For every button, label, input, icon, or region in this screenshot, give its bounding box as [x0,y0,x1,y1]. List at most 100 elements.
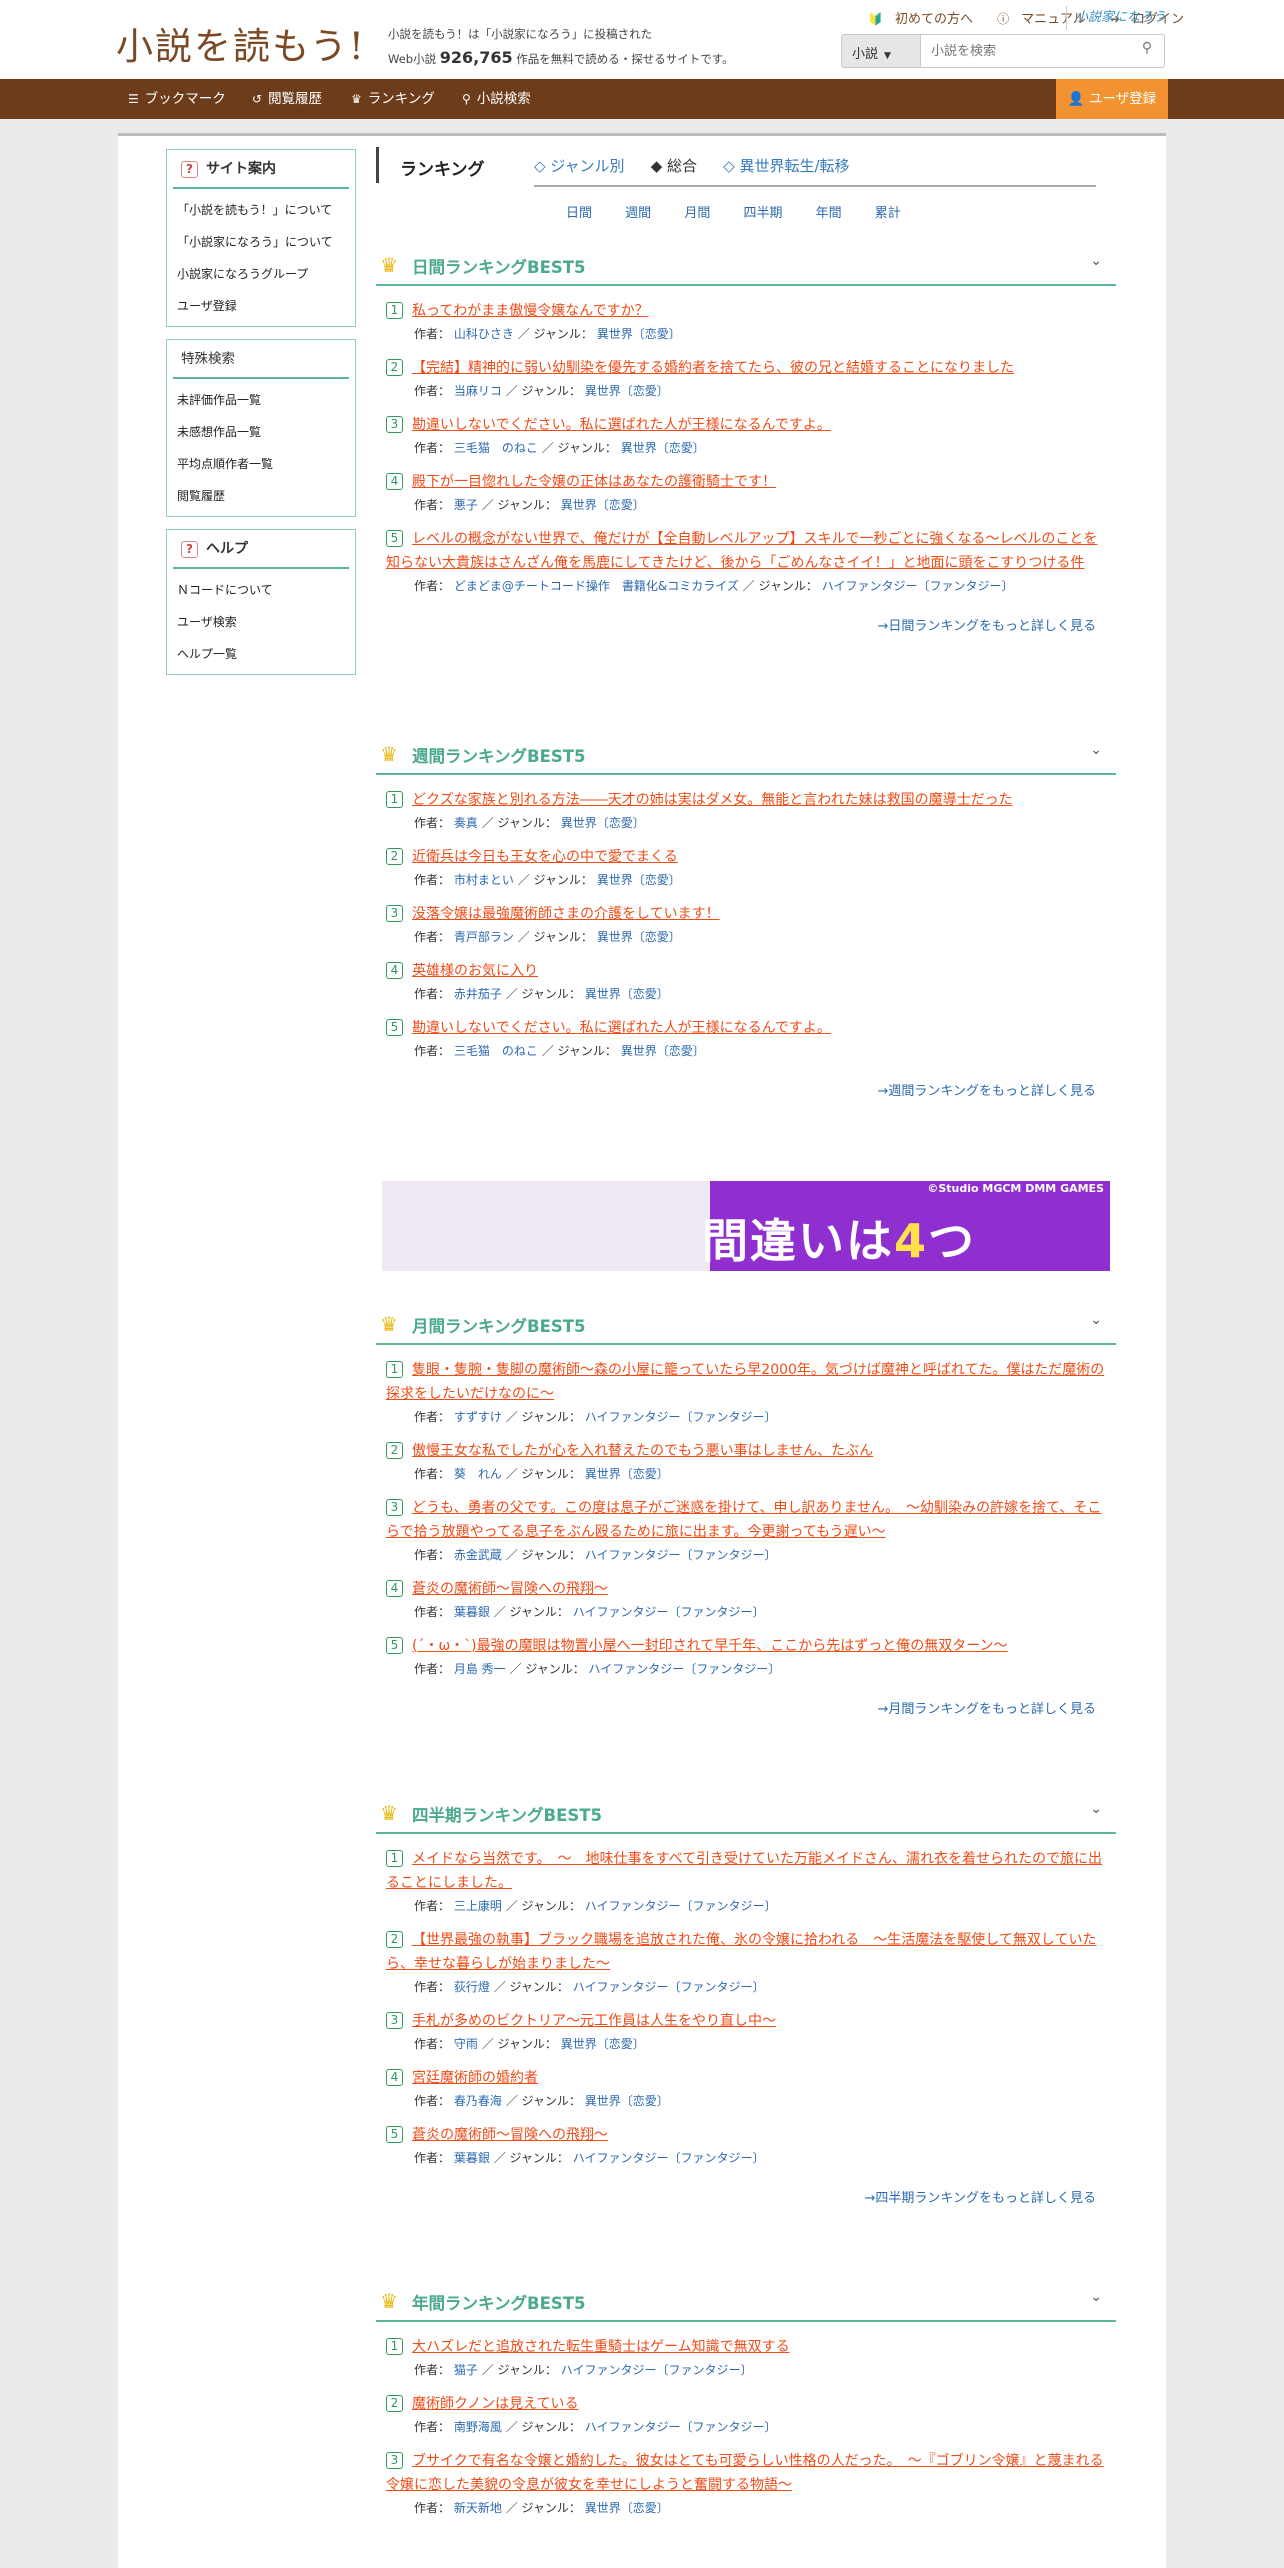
novel-title-link[interactable]: 蒼炎の魔術師～冒険への飛翔～ [386,1577,1106,1601]
novel-title-link[interactable]: (´・ω・`)最強の魔眼は物置小屋へ一封印されて早千年、ここから先はずっと俺の無… [386,1634,1106,1658]
period-link-daily[interactable]: 日間 [566,202,592,221]
novel-title-link[interactable]: 【完結】精神的に弱い幼馴染を優先する婚約者を捨てたら、彼の兄と結婚することになり… [386,356,1106,380]
genre-link[interactable]: 異世界〔恋愛〕 [597,327,681,341]
period-link-yearly[interactable]: 年間 [816,202,842,221]
novel-title-link[interactable]: 殿下が一目惚れした令嬢の正体はあなたの護衛騎士です！ [386,470,1106,494]
author-link[interactable]: 荻行燈 [454,1980,490,1994]
novel-title-link[interactable]: 勘違いしないでください。私に選ばれた人が王様になるんですよ。 [386,1016,1106,1040]
novel-title-link[interactable]: ブサイクで有名な令嬢と婚約した。彼女はとても可愛らしい性格の人だった。 ～『ゴブ… [386,2449,1106,2497]
more-ranking-link[interactable]: →四半期ランキングをもっと詳しく見る [376,2187,1096,2206]
sidebar-item-about-narou[interactable]: 「小説家になろう」について [167,226,355,258]
novel-title-link[interactable]: 蒼炎の魔術師～冒険への飛翔～ [386,2123,1106,2147]
narou-logo-link[interactable]: 小説家になろう [1066,6,1166,30]
novel-title-link[interactable]: 私ってわがまま傲慢令嬢なんですか？ [386,299,1106,323]
author-link[interactable]: 三毛猫 のねこ [454,1044,538,1058]
section-header[interactable]: ♛ 月間ランキングBEST5 ⌄ [376,1301,1116,1345]
period-link-monthly[interactable]: 月間 [684,202,710,221]
author-link[interactable]: 新天新地 [454,2501,502,2515]
novel-title-link[interactable]: どクズな家族と別れる方法――天才の姉は実はダメ女。無能と言われた妹は救国の魔導士… [386,788,1106,812]
genre-link[interactable]: ハイファンタジー〔ファンタジー〕 [585,1548,777,1562]
sidebar-item-avg-score-authors[interactable]: 平均点順作者一覧 [167,448,355,480]
author-link[interactable]: 三上康明 [454,1899,502,1913]
nav-bookmark[interactable]: ☰ ブックマーク [128,79,226,119]
author-link[interactable]: 春乃春海 [454,2094,502,2108]
genre-link[interactable]: ハイファンタジー〔ファンタジー〕 [822,579,1014,593]
novel-title-link[interactable]: 傲慢王女な私でしたが心を入れ替えたのでもう悪い事はしません、たぶん [386,1439,1106,1463]
chevron-down-icon[interactable]: ⌄ [1090,1801,1102,1817]
search-input[interactable] [920,34,1165,68]
nav-ranking[interactable]: ♛ ランキング [351,79,435,119]
site-logo[interactable]: 小説を読もう! [116,16,366,70]
author-link[interactable]: すずすけ [454,1410,502,1424]
chevron-down-icon[interactable]: ⌄ [1090,2289,1102,2305]
novel-title-link[interactable]: 勘違いしないでください。私に選ばれた人が王様になるんですよ。 [386,413,1106,437]
more-ranking-link[interactable]: →週間ランキングをもっと詳しく見る [376,1080,1096,1099]
sidebar-item-no-impressions[interactable]: 未感想作品一覧 [167,416,355,448]
sidebar-item-user-search[interactable]: ユーザ検索 [167,606,355,638]
author-link[interactable]: 葵 れん [454,1467,502,1481]
genre-link[interactable]: 異世界〔恋愛〕 [621,441,705,455]
section-header[interactable]: ♛ 年間ランキングBEST5 ⌄ [376,2278,1116,2322]
novel-title-link[interactable]: 大ハズレだと追放された転生重騎士はゲーム知識で無双する [386,2335,1106,2359]
sidebar-item-unrated[interactable]: 未評価作品一覧 [167,384,355,416]
novel-title-link[interactable]: レベルの概念がない世界で、俺だけが【全自動レベルアップ】スキルで一秒ごとに強くな… [386,527,1106,575]
novel-title-link[interactable]: 【世界最強の執事】ブラック職場を追放された俺、氷の令嬢に拾われる ～生活魔法を駆… [386,1928,1106,1976]
genre-link[interactable]: 異世界〔恋愛〕 [621,1044,705,1058]
genre-link[interactable]: ハイファンタジー〔ファンタジー〕 [585,1410,777,1424]
genre-link[interactable]: 異世界〔恋愛〕 [597,873,681,887]
nav-history[interactable]: ↺ 閲覧履歴 [252,79,322,119]
tab-genre[interactable]: ◇ ジャンル別 [534,155,625,176]
user-register-button[interactable]: 👤 ユーザ登録 [1056,79,1168,119]
author-link[interactable]: 赤井茄子 [454,987,502,1001]
genre-link[interactable]: ハイファンタジー〔ファンタジー〕 [585,2420,777,2434]
chevron-down-icon[interactable]: ⌄ [1090,742,1102,758]
period-link-total[interactable]: 累計 [875,202,901,221]
chevron-down-icon[interactable]: ⌄ [1090,1312,1102,1328]
novel-title-link[interactable]: 英雄様のお気に入り [386,959,1106,983]
author-link[interactable]: 猫子 [454,2363,478,2377]
section-header[interactable]: ♛ 四半期ランキングBEST5 ⌄ [376,1790,1116,1834]
sidebar-item-user-register[interactable]: ユーザ登録 [167,290,355,322]
more-ranking-link[interactable]: →月間ランキングをもっと詳しく見る [376,1698,1096,1717]
sidebar-item-help-list[interactable]: ヘルプ一覧 [167,638,355,670]
author-link[interactable]: 守雨 [454,2037,478,2051]
genre-link[interactable]: 異世界〔恋愛〕 [585,384,669,398]
sidebar-item-ncode[interactable]: Ｎコードについて [167,574,355,606]
novel-title-link[interactable]: 没落令嬢は最強魔術師さまの介護をしています！ [386,902,1106,926]
novel-title-link[interactable]: どうも、勇者の父です。この度は息子がご迷惑を掛けて、申し訳ありません。 ～幼馴染… [386,1496,1106,1544]
genre-link[interactable]: ハイファンタジー〔ファンタジー〕 [573,1605,765,1619]
genre-link[interactable]: 異世界〔恋愛〕 [561,498,645,512]
period-link-weekly[interactable]: 週間 [625,202,651,221]
author-link[interactable]: 三毛猫 のねこ [454,441,538,455]
genre-link[interactable]: 異世界〔恋愛〕 [561,816,645,830]
novel-title-link[interactable]: 魔術師クノンは見えている [386,2392,1106,2416]
genre-link[interactable]: 異世界〔恋愛〕 [585,2501,669,2515]
novel-title-link[interactable]: 近衛兵は今日も王女を心の中で愛でまくる [386,845,1106,869]
more-ranking-link[interactable]: →日間ランキングをもっと詳しく見る [376,615,1096,634]
sidebar-item-history[interactable]: 閲覧履歴 [167,480,355,512]
genre-link[interactable]: ハイファンタジー〔ファンタジー〕 [585,1899,777,1913]
chevron-down-icon[interactable]: ⌄ [1090,253,1102,269]
author-link[interactable]: 青戸部ラン [454,930,514,944]
author-link[interactable]: 赤金武蔵 [454,1548,502,1562]
author-link[interactable]: 市村まとい [454,873,514,887]
novel-title-link[interactable]: 手札が多めのビクトリア〜元工作員は人生をやり直し中〜 [386,2009,1106,2033]
sidebar-item-about-yomou[interactable]: 「小説を読もう！」について [167,194,355,226]
genre-link[interactable]: 異世界〔恋愛〕 [597,930,681,944]
author-link[interactable]: 山科ひさき [454,327,514,341]
author-link[interactable]: 葉暮銀 [454,1605,490,1619]
novel-title-link[interactable]: メイドなら当然です。 ～ 地味仕事をすべて引き受けていた万能メイドさん、濡れ衣を… [386,1847,1106,1895]
section-header[interactable]: ♛ 週間ランキングBEST5 ⌄ [376,731,1116,775]
nav-novel-search[interactable]: ⚲ 小説検索 [462,79,531,119]
genre-link[interactable]: 異世界〔恋愛〕 [561,2037,645,2051]
genre-link[interactable]: ハイファンタジー〔ファンタジー〕 [561,2363,753,2377]
sidebar-item-narou-group[interactable]: 小説家になろうグループ [167,258,355,290]
genre-link[interactable]: 異世界〔恋愛〕 [585,1467,669,1481]
tab-isekai[interactable]: ◇ 異世界転生/転移 [723,155,849,176]
author-link[interactable]: 奏真 [454,816,478,830]
period-link-quarterly[interactable]: 四半期 [743,202,782,221]
author-link[interactable]: 当麻リコ [454,384,502,398]
genre-link[interactable]: ハイファンタジー〔ファンタジー〕 [573,1980,765,1994]
top-link-beginners[interactable]: 🔰 初めての方へ [858,12,973,27]
author-link[interactable]: 悪子 [454,498,478,512]
